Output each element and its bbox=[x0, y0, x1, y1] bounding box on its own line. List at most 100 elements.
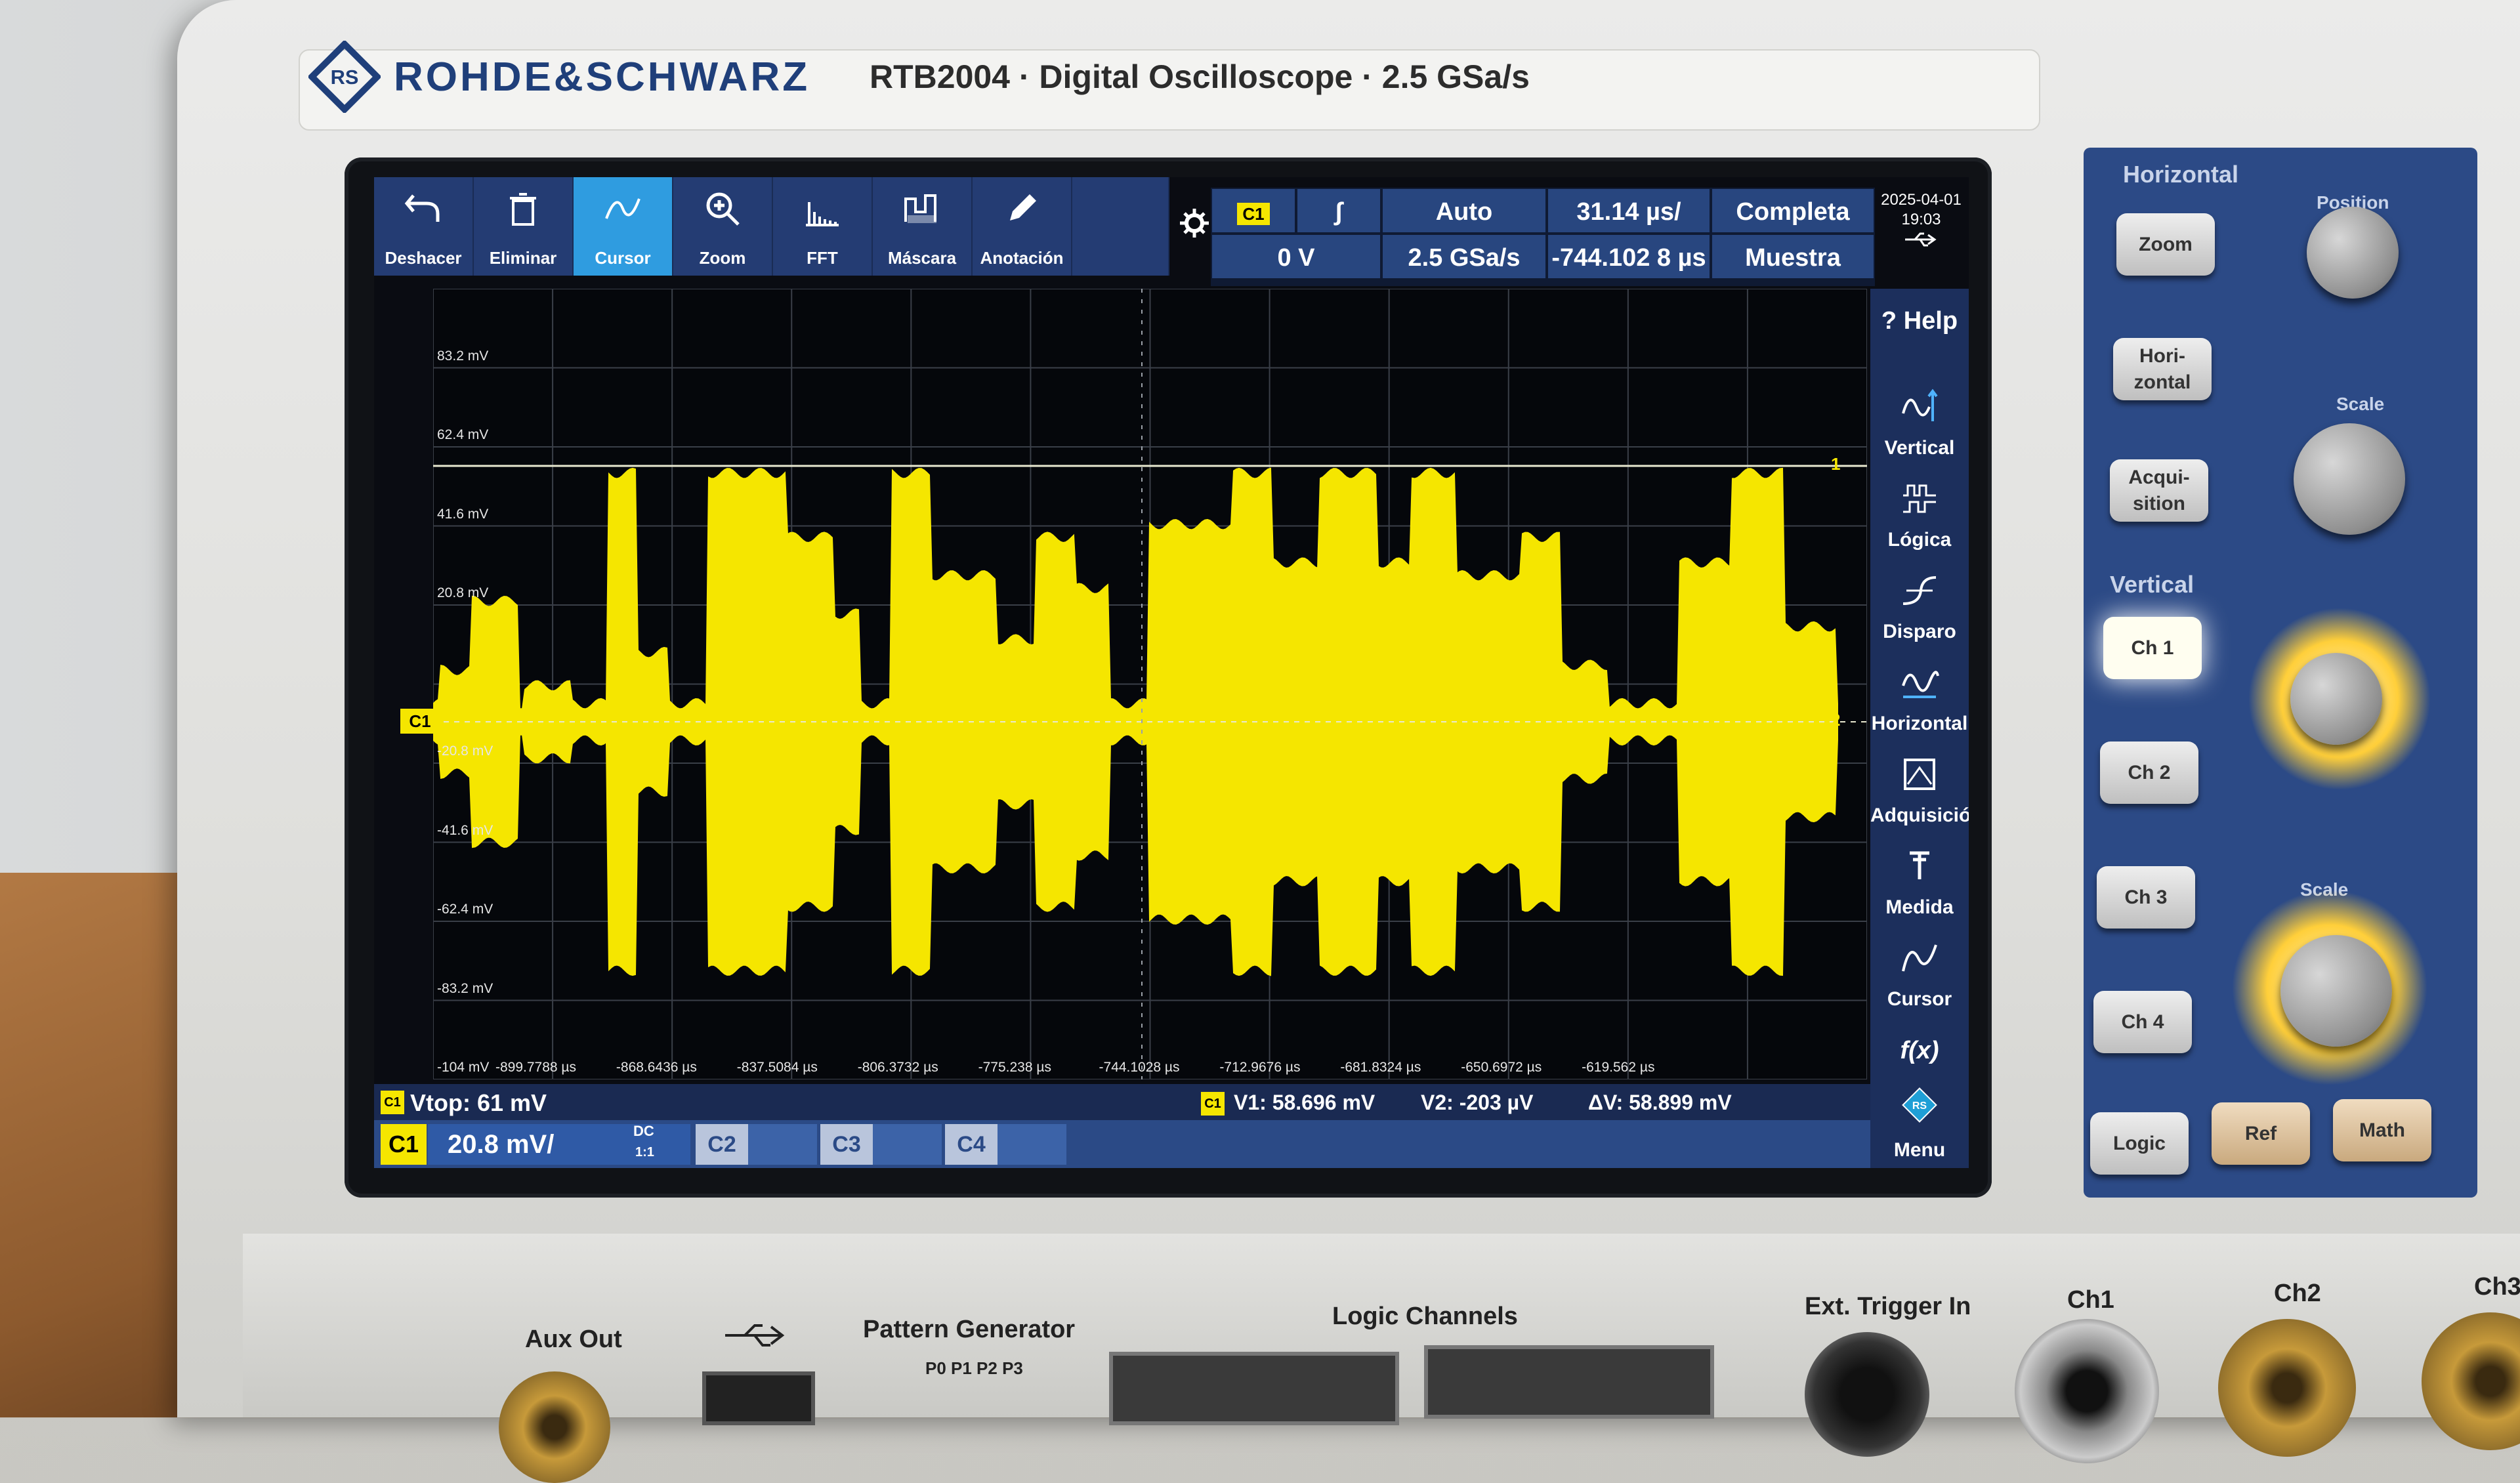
acquisition-mode[interactable]: Completa bbox=[1711, 188, 1875, 234]
logic-menu-button[interactable]: Lógica bbox=[1870, 472, 1969, 564]
cursor-dv-readout[interactable]: ΔV: 58.899 mV bbox=[1588, 1091, 1732, 1115]
ch1-position-knob[interactable] bbox=[2290, 653, 2382, 745]
ch2-key[interactable]: Ch 2 bbox=[2100, 742, 2198, 804]
trigger-slope[interactable]: ∫ bbox=[1296, 188, 1381, 234]
x-tick-label: -899.7788 µs bbox=[495, 1060, 577, 1075]
pattern-pins-label: P0 P1 P2 P3 bbox=[925, 1358, 1023, 1378]
cursor-2-marker[interactable]: 2 bbox=[1831, 710, 1840, 730]
trigger-mode[interactable]: Auto bbox=[1381, 188, 1547, 234]
delete-button[interactable]: Eliminar bbox=[474, 177, 574, 276]
ch2-input-connector[interactable] bbox=[2218, 1319, 2356, 1457]
zoom-key[interactable]: Zoom bbox=[2116, 213, 2215, 276]
ch4-scale-slot[interactable] bbox=[998, 1124, 1066, 1165]
cursor-tool-button[interactable]: Cursor bbox=[574, 177, 673, 276]
cursor-1-marker[interactable]: 1 bbox=[1831, 454, 1840, 474]
control-panel: Horizontal Zoom Hori- zontal Acqui- siti… bbox=[2084, 148, 2477, 1198]
ch3-button[interactable]: C3 bbox=[820, 1124, 873, 1165]
y-tick-label: -20.8 mV bbox=[437, 743, 494, 759]
logic-key[interactable]: Logic bbox=[2090, 1112, 2189, 1175]
position-knob[interactable] bbox=[2307, 207, 2399, 299]
horizontal-menu-button[interactable]: Horizontal bbox=[1870, 656, 1969, 748]
horizontal-icon bbox=[1902, 671, 1939, 698]
fft-label: FFT bbox=[807, 248, 838, 268]
brand-name: ROHDE&SCHWARZ bbox=[394, 54, 810, 100]
math-menu-button[interactable]: f(x) bbox=[1870, 1024, 1969, 1083]
ch1-offset-marker[interactable]: C1 bbox=[400, 709, 440, 734]
svg-text:RS: RS bbox=[1912, 1100, 1927, 1112]
ch2-button[interactable]: C2 bbox=[696, 1124, 748, 1165]
y-tick-label: 62.4 mV bbox=[437, 427, 489, 442]
zoom-tool-label: Zoom bbox=[699, 248, 746, 268]
mask-label: Máscara bbox=[887, 248, 957, 268]
ch1-input-label: Ch1 bbox=[2067, 1286, 2114, 1314]
ch3-scale-slot[interactable] bbox=[873, 1124, 942, 1165]
annotation-button[interactable]: Anotación bbox=[973, 177, 1072, 276]
vertical-icon bbox=[1902, 388, 1938, 421]
ch1-label[interactable]: C1 bbox=[381, 1124, 427, 1165]
horizontal-scale-knob[interactable] bbox=[2294, 423, 2405, 535]
vtop-channel-badge: C1 bbox=[381, 1091, 404, 1114]
trigger-source[interactable]: C1 bbox=[1211, 188, 1296, 234]
logic-connector-1[interactable] bbox=[1109, 1352, 1399, 1425]
undo-button[interactable]: Deshacer bbox=[374, 177, 474, 276]
date-time: 2025-04-01 19:03 bbox=[1877, 190, 1965, 255]
usb-port-icon bbox=[725, 1324, 785, 1347]
fft-icon bbox=[806, 202, 839, 226]
front-connector-strip: Aux Out Pattern Generator P0 P1 P2 P3 Lo… bbox=[243, 1234, 2520, 1483]
ch4-key[interactable]: Ch 4 bbox=[2093, 991, 2192, 1053]
horizontal-key[interactable]: Hori- zontal bbox=[2113, 338, 2212, 400]
y-tick-label: -41.6 mV bbox=[437, 822, 494, 838]
gear-icon[interactable] bbox=[1175, 203, 1214, 243]
mask-button[interactable]: Máscara bbox=[873, 177, 973, 276]
fft-button[interactable]: FFT bbox=[773, 177, 873, 276]
menu-button[interactable]: RS Menu bbox=[1870, 1083, 1969, 1168]
model-title: RTB2004 · Digital Oscilloscope · 2.5 GSa… bbox=[870, 58, 1530, 95]
cursor-v1-readout[interactable]: V1: 58.696 mV bbox=[1234, 1091, 1375, 1115]
cursor-menu-button[interactable]: Cursor bbox=[1870, 932, 1969, 1024]
aux-out-connector[interactable] bbox=[499, 1371, 610, 1483]
menu-label: Menu bbox=[1893, 1139, 1946, 1161]
trigger-menu-button[interactable]: Disparo bbox=[1870, 564, 1969, 656]
waveform-display[interactable]: 83.2 mV 62.4 mV 41.6 mV 20.8 mV -20.8 mV -41.… bbox=[432, 288, 1868, 1080]
undo-icon bbox=[404, 194, 440, 222]
vertical-section-title: Vertical bbox=[2110, 571, 2194, 598]
cursor-v2-readout[interactable]: V2: -203 µV bbox=[1421, 1091, 1533, 1115]
zoom-tool-button[interactable]: Zoom bbox=[673, 177, 773, 276]
ref-key[interactable]: Ref bbox=[2212, 1102, 2310, 1165]
waveform-grid bbox=[432, 288, 1868, 1080]
ch1-coupling: DC bbox=[633, 1123, 654, 1139]
x-tick-label: -650.6972 µs bbox=[1461, 1060, 1542, 1075]
acquisition-key[interactable]: Acqui- sition bbox=[2110, 459, 2208, 522]
usb-icon bbox=[1904, 232, 1937, 247]
vertical-scale-knob[interactable] bbox=[2280, 935, 2392, 1047]
help-button[interactable]: ? Help bbox=[1870, 289, 1969, 381]
measure-icon bbox=[1910, 851, 1929, 879]
logic-channels-label: Logic Channels bbox=[1332, 1303, 1518, 1330]
x-tick-label: -806.3732 µs bbox=[857, 1060, 938, 1075]
sample-rate[interactable]: 2.5 GSa/s bbox=[1381, 234, 1547, 280]
vtop-readout[interactable]: Vtop: 61 mV bbox=[410, 1089, 547, 1117]
math-key[interactable]: Math bbox=[2333, 1099, 2431, 1161]
side-menu: ? Help Vertical Lógica Disparo Horizonta… bbox=[1870, 289, 1969, 1168]
x-tick-label: -868.6436 µs bbox=[616, 1060, 697, 1075]
measure-menu-button[interactable]: Medida bbox=[1870, 840, 1969, 932]
horizontal-position[interactable]: -744.102 8 µs bbox=[1547, 234, 1711, 280]
ch3-key[interactable]: Ch 3 bbox=[2097, 866, 2195, 929]
ext-trigger-connector[interactable] bbox=[1805, 1332, 1929, 1457]
vertical-menu-button[interactable]: Vertical bbox=[1870, 381, 1969, 472]
ch1-key[interactable]: Ch 1 bbox=[2103, 617, 2202, 679]
zoom-icon bbox=[706, 192, 740, 226]
acquisition-menu-button[interactable]: Adquisición bbox=[1870, 748, 1969, 840]
acquisition-type[interactable]: Muestra bbox=[1711, 234, 1875, 280]
acquisition-label: Adquisición bbox=[1870, 804, 1969, 826]
x-tick-label: -775.238 µs bbox=[978, 1060, 1051, 1075]
x-tick-label: -681.8324 µs bbox=[1340, 1060, 1421, 1075]
ch3-input-connector[interactable] bbox=[2422, 1312, 2520, 1450]
ch1-input-connector[interactable] bbox=[2015, 1319, 2159, 1463]
trigger-level[interactable]: 0 V bbox=[1211, 234, 1381, 280]
time-scale[interactable]: 31.14 µs/ bbox=[1547, 188, 1711, 234]
logic-connector-2[interactable] bbox=[1424, 1345, 1714, 1419]
rs-menu-icon: RS bbox=[1902, 1087, 1937, 1123]
ch4-button[interactable]: C4 bbox=[945, 1124, 998, 1165]
ch2-scale-slot[interactable] bbox=[748, 1124, 817, 1165]
